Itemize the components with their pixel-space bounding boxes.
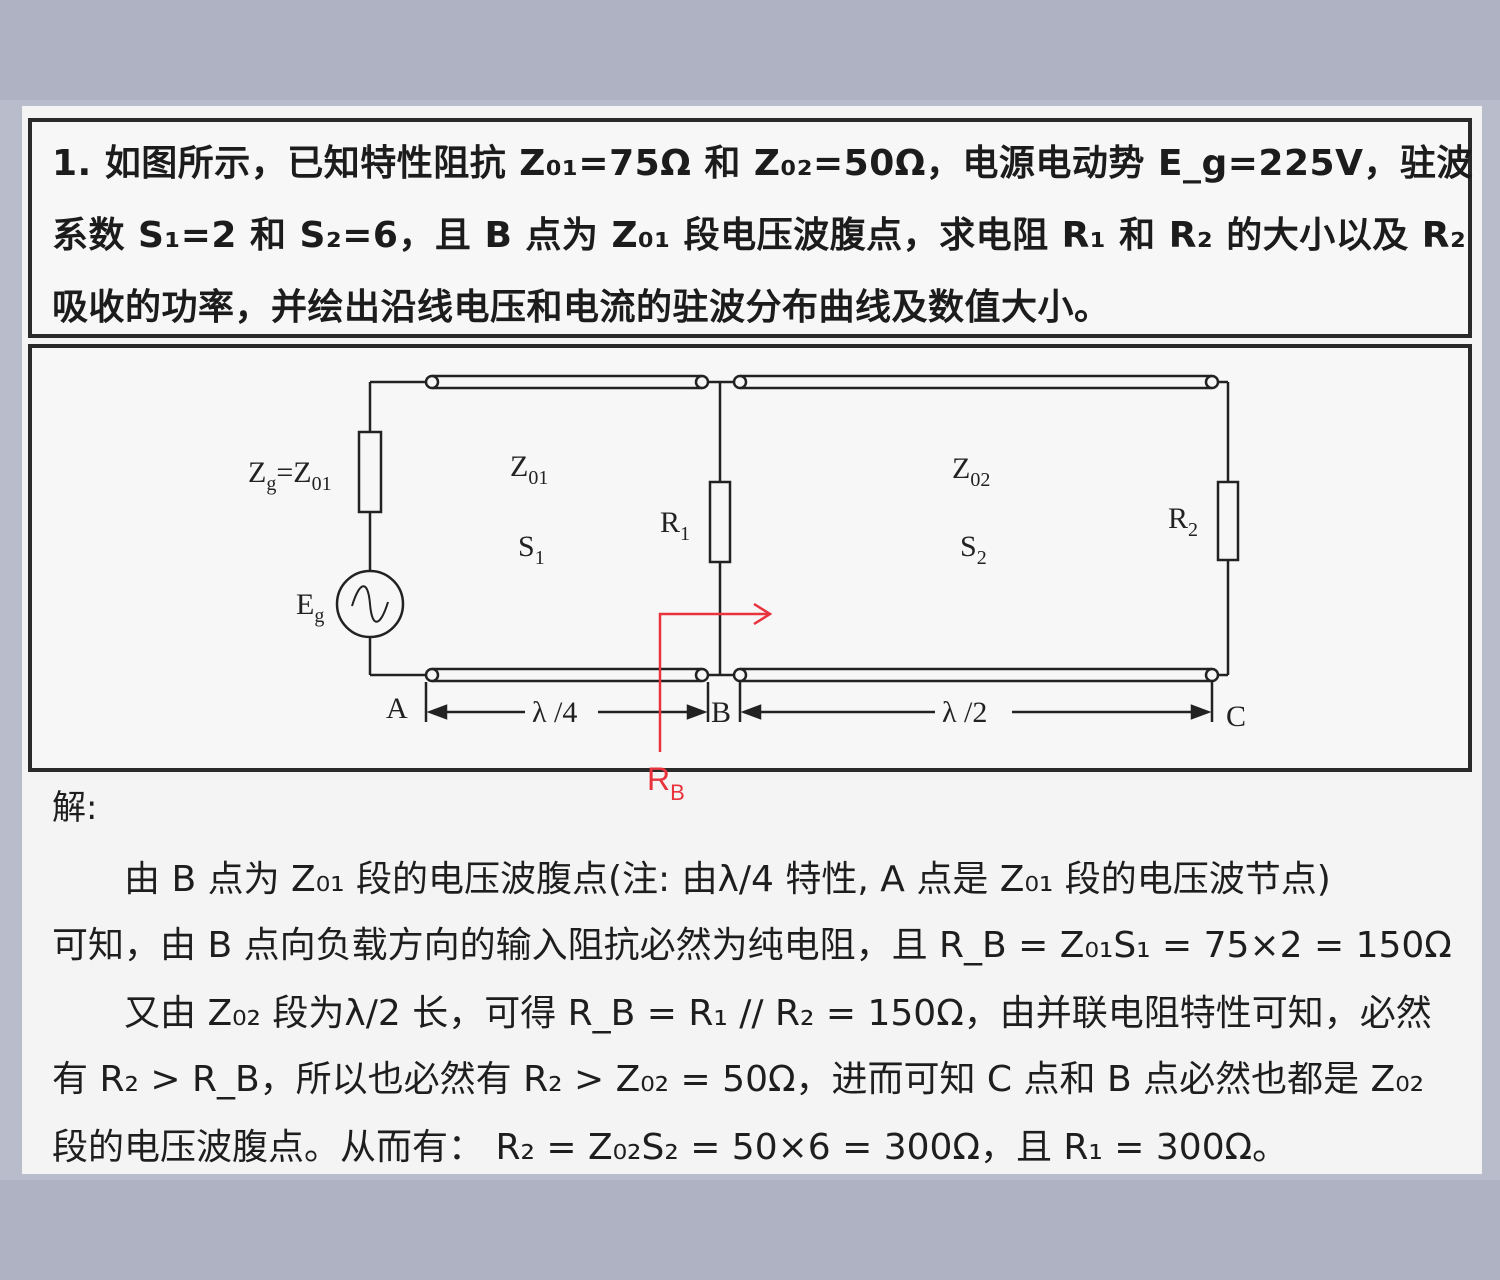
circuit-diagram: Zg=Z01 Eg Z01 S1 R1 Z02 S2 R2 A B C λ /4… <box>248 374 1246 805</box>
point-a-label: A <box>386 692 408 725</box>
s1-label: S1 <box>518 530 545 569</box>
rb-annotation <box>658 602 773 752</box>
r1-label: R1 <box>660 506 690 545</box>
point-b-label: B <box>711 696 731 729</box>
s2-label: S2 <box>960 530 987 569</box>
zg-resistor <box>357 430 383 514</box>
solution-paragraph-2: 可知，由 B 点向负载方向的输入阻抗必然为纯电阻，且 R_B = Z₀₁S₁ =… <box>52 925 1452 966</box>
solution-paragraph-3: 又由 Z₀₂ 段为λ/2 长，可得 R_B = R₁ // R₂ = 150Ω，… <box>124 993 1432 1034</box>
solution-paragraph-1: 由 B 点为 Z₀₁ 段的电压波腹点(注: 由λ/4 特性, A 点是 Z₀₁ … <box>124 859 1331 900</box>
eg-label: Eg <box>296 588 324 627</box>
line-z01-bottom <box>424 667 710 683</box>
solution-heading: 解: <box>52 788 98 828</box>
z01-label: Z01 <box>510 450 548 489</box>
point-c-label: C <box>1226 700 1246 733</box>
r1-resistor <box>708 480 732 564</box>
z02-label: Z02 <box>952 452 990 491</box>
r2-resistor <box>1216 480 1240 562</box>
r2-label: R2 <box>1168 502 1198 541</box>
solution-paragraph-4: 有 R₂ > R_B，所以也必然有 R₂ > Z₀₂ = 50Ω，进而可知 C … <box>52 1059 1425 1100</box>
line-z02-top <box>732 374 1220 390</box>
half-wave-label: λ /2 <box>942 696 987 729</box>
bottom-background-band <box>0 1180 1500 1280</box>
line-z01-top <box>424 374 710 390</box>
quarter-wave-label: λ /4 <box>532 696 577 729</box>
line-z02-bottom <box>732 667 1220 683</box>
solution-paragraph-5: 段的电压波腹点。从而有： R₂ = Z₀₂S₂ = 50×6 = 300Ω，且 … <box>52 1127 1289 1168</box>
zg-label: Zg=Z01 <box>248 456 332 495</box>
